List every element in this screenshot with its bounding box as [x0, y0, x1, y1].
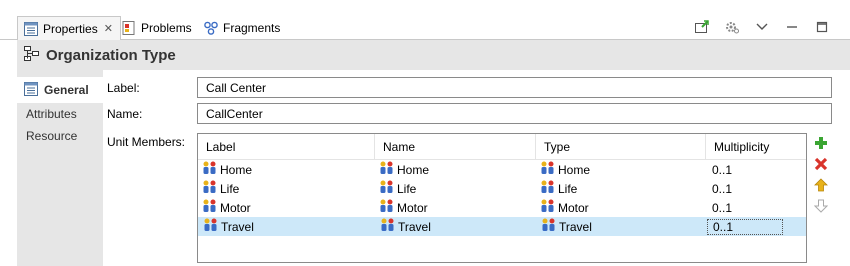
cell-text: Home [397, 162, 430, 177]
tab-properties[interactable]: Properties ✕ [17, 16, 121, 40]
row-multiplicity-cell[interactable]: 0..1 [706, 182, 785, 196]
row-label-cell[interactable]: Home [198, 161, 375, 178]
move-up-icon[interactable] [813, 177, 829, 193]
table-header: Label Name Type Multiplicity [198, 134, 806, 160]
view-toolbar [694, 19, 830, 35]
page-title: Organization Type [46, 46, 176, 64]
unit-member-icon [203, 180, 217, 197]
label-field[interactable]: Call Center [197, 77, 832, 98]
focus-box: 0..1 [707, 218, 783, 235]
close-icon[interactable]: ✕ [104, 22, 113, 35]
view-tab-bar: Properties ✕ Problems Fragments [0, 13, 850, 40]
row-type-cell[interactable]: Life [536, 180, 706, 197]
unit-members-table[interactable]: Label Name Type Multiplicity Home Home Hom… [197, 133, 807, 263]
pin-view-icon[interactable] [694, 19, 710, 35]
row-type-cell[interactable]: Home [536, 161, 706, 178]
column-header-type[interactable]: Type [536, 134, 706, 159]
row-multiplicity-cell[interactable]: 0..1 [707, 218, 786, 235]
name-field[interactable]: CallCenter [197, 103, 832, 124]
minimize-icon[interactable] [784, 19, 800, 35]
cell-text: Motor [397, 200, 428, 215]
row-name-cell[interactable]: Travel [376, 218, 537, 235]
table-row[interactable]: Home Home Home 0..1 [198, 160, 806, 179]
properties-icon [24, 21, 38, 36]
cell-text: Motor [220, 200, 251, 215]
unit-member-icon [380, 161, 394, 178]
maximize-icon[interactable] [814, 19, 830, 35]
cell-text: Life [397, 181, 417, 196]
tab-properties-label: Properties [43, 21, 98, 36]
property-tabs-sidebar: General Attributes Resource [17, 70, 103, 266]
unit-member-icon [203, 199, 217, 216]
tab-fragments[interactable]: Fragments [204, 16, 280, 40]
unit-member-icon [380, 180, 394, 197]
column-header-label[interactable]: Label [198, 134, 375, 159]
sidebar-item-resource[interactable]: Resource [17, 125, 103, 147]
table-body: Home Home Home 0..1 Life Life Life 0..1 Motor Mot… [198, 160, 806, 236]
unit-member-icon [204, 218, 218, 235]
sidebar-item-label: General [44, 83, 89, 97]
cell-text: Home [558, 162, 591, 177]
row-name-cell[interactable]: Life [375, 180, 536, 197]
row-type-cell[interactable]: Travel [537, 218, 707, 235]
general-icon [24, 81, 38, 99]
cell-text: Life [558, 181, 578, 196]
tab-fragments-label: Fragments [223, 21, 281, 35]
cell-text: Life [220, 181, 240, 196]
tab-problems-label: Problems [141, 21, 192, 35]
sidebar-item-label: Resource [26, 129, 78, 143]
name-field-label: Name: [107, 107, 143, 121]
sidebar-item-label: Attributes [26, 107, 77, 121]
table-row[interactable]: Life Life Life 0..1 [198, 179, 806, 198]
column-header-name[interactable]: Name [375, 134, 536, 159]
cell-text: Home [220, 162, 253, 177]
unit-members-label: Unit Members: [107, 135, 186, 149]
row-label-cell[interactable]: Life [198, 180, 375, 197]
cell-text: 0..1 [712, 162, 733, 177]
unit-member-icon [541, 161, 555, 178]
sidebar-item-general[interactable]: General [17, 77, 103, 103]
settings-icon[interactable] [724, 19, 740, 35]
cell-text: 0..1 [713, 219, 734, 234]
move-down-icon[interactable] [813, 198, 829, 214]
row-label-cell[interactable]: Travel [199, 218, 376, 235]
label-field-label: Label: [107, 81, 140, 95]
unit-member-icon [541, 180, 555, 197]
row-type-cell[interactable]: Motor [536, 199, 706, 216]
row-name-cell[interactable]: Motor [375, 199, 536, 216]
general-form: Label: Call Center Name: CallCenter Unit… [103, 70, 850, 266]
view-menu-icon[interactable] [754, 19, 770, 35]
cell-text: Motor [558, 200, 589, 215]
unit-member-icon [203, 161, 217, 178]
sidebar-item-attributes[interactable]: Attributes [17, 103, 103, 125]
unit-member-icon [542, 218, 556, 235]
row-label-cell[interactable]: Motor [198, 199, 375, 216]
table-actions [813, 135, 829, 219]
table-row[interactable]: Travel Travel Travel 0..1 [198, 217, 806, 236]
unit-member-icon [541, 199, 555, 216]
row-multiplicity-cell[interactable]: 0..1 [706, 201, 785, 215]
organization-type-icon [24, 46, 39, 64]
cell-text: Travel [221, 219, 254, 234]
cell-text: 0..1 [712, 200, 733, 215]
cell-text: Travel [398, 219, 431, 234]
column-header-multiplicity[interactable]: Multiplicity [706, 134, 785, 159]
cell-text: Travel [559, 219, 592, 234]
tab-problems[interactable]: Problems [122, 16, 192, 40]
page-header: Organization Type [17, 40, 850, 70]
row-multiplicity-cell[interactable]: 0..1 [706, 163, 785, 177]
unit-member-icon [381, 218, 395, 235]
unit-member-icon [380, 199, 394, 216]
delete-icon[interactable] [813, 156, 829, 172]
table-row[interactable]: Motor Motor Motor 0..1 [198, 198, 806, 217]
row-name-cell[interactable]: Home [375, 161, 536, 178]
cell-text: 0..1 [712, 181, 733, 196]
add-icon[interactable] [813, 135, 829, 151]
fragments-icon [204, 21, 218, 35]
problems-icon [122, 21, 136, 35]
